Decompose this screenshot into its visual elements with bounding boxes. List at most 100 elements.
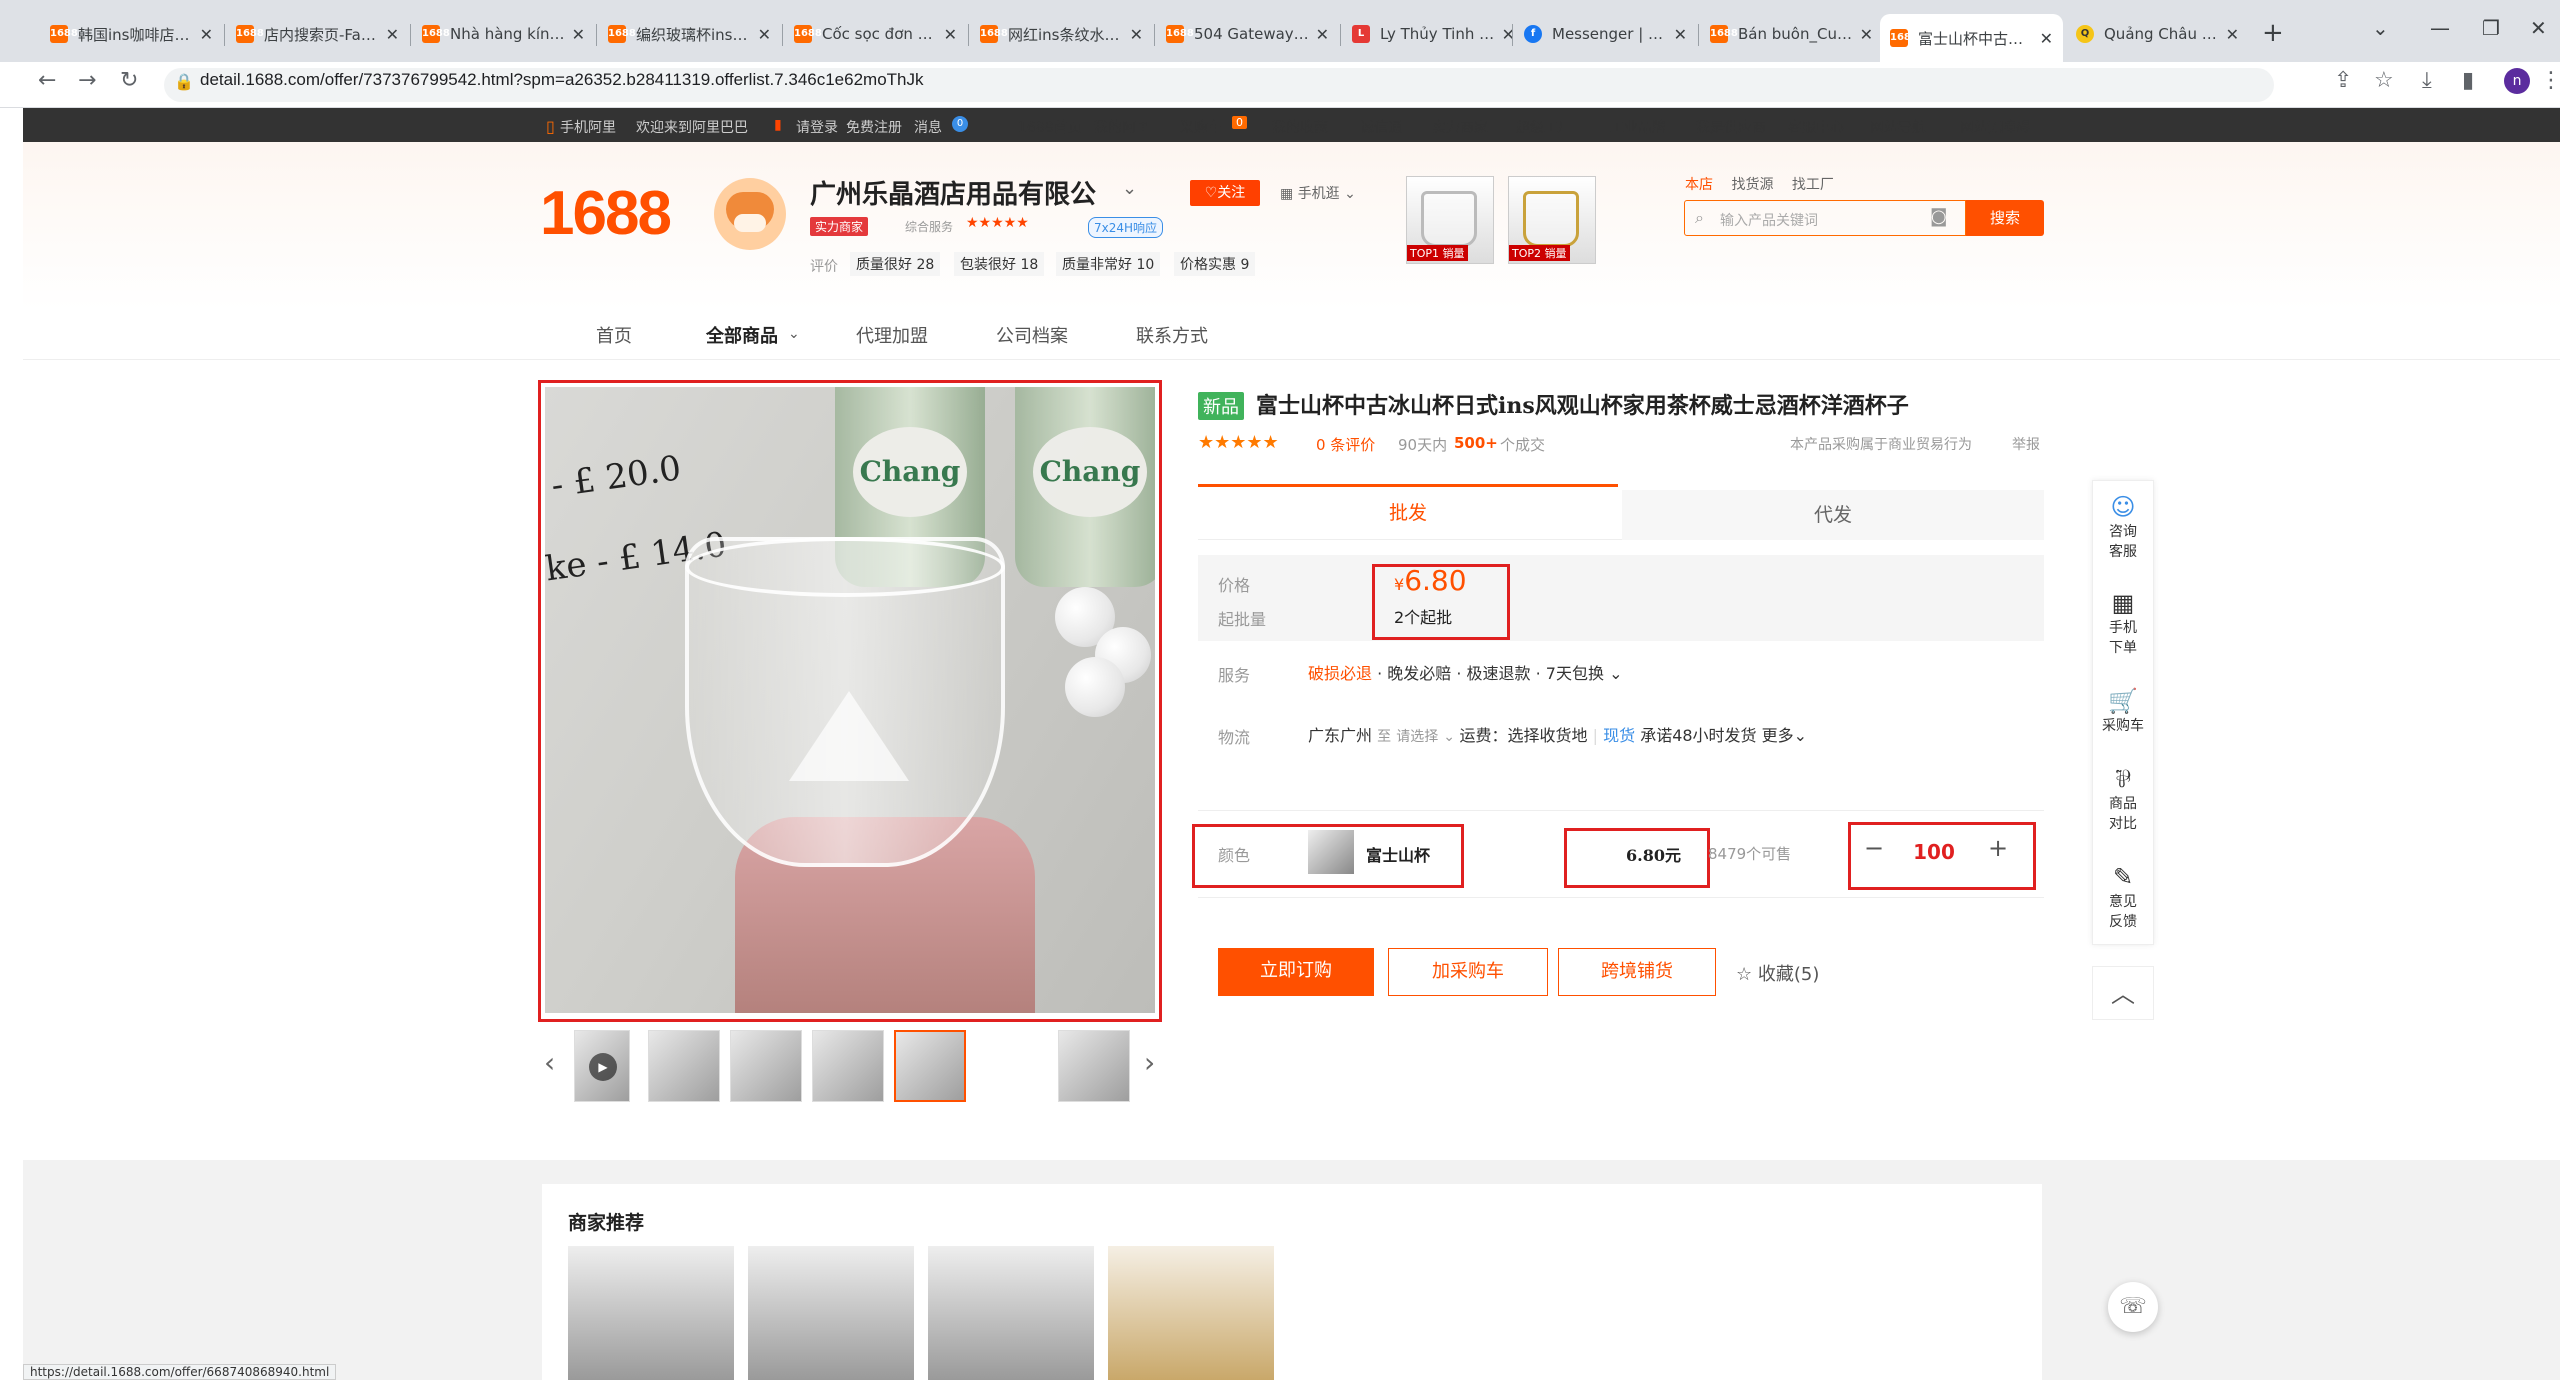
close-tab-icon[interactable]: ✕ xyxy=(1674,25,1687,44)
mobile-browse-link[interactable]: ▦ 手机逛 ⌄ xyxy=(1280,183,1356,203)
browser-tab[interactable]: 1688 店内搜索页-Fac... ✕ xyxy=(226,14,409,54)
url-text[interactable]: detail.1688.com/offer/737376799542.html?… xyxy=(200,70,924,90)
register-link[interactable]: 免费注册 xyxy=(846,117,902,137)
topbar-link[interactable]: 超级工厂 xyxy=(1516,117,1572,137)
reload-icon[interactable]: ↻ xyxy=(120,68,138,93)
browser-tab[interactable]: 1688 Nhà hàng kính ... ✕ xyxy=(412,14,595,54)
camera-search-icon[interactable]: ◙ xyxy=(1930,206,1947,227)
close-tab-icon[interactable]: ✕ xyxy=(1316,25,1329,44)
sidebar-compare[interactable]: ⅌ 商品对比 xyxy=(2092,764,2154,834)
close-tab-icon[interactable]: ✕ xyxy=(1130,25,1143,44)
browser-tab[interactable]: 1688Cốc sọc đơn giả...✕ xyxy=(784,14,967,54)
browser-tab[interactable]: QQuảng Châu Le...✕ xyxy=(2066,14,2249,54)
decrease-quantity-button[interactable]: − xyxy=(1864,834,1884,862)
tab-dropship[interactable]: 代发 xyxy=(1622,490,2044,540)
close-tab-icon[interactable]: ✕ xyxy=(944,25,957,44)
image-thumbnail[interactable] xyxy=(1058,1030,1130,1102)
topbar-link[interactable]: 手机阿里 xyxy=(560,117,616,137)
increase-quantity-button[interactable]: + xyxy=(1988,834,2008,862)
sidebar-mobile-order[interactable]: ▦ 手机下单 xyxy=(2092,588,2154,658)
chevron-down-icon[interactable]: ⌄ xyxy=(1794,726,1807,745)
recommended-product[interactable] xyxy=(928,1246,1094,1380)
review-count[interactable]: 0 条评价 xyxy=(1316,434,1375,455)
sidebar-cart[interactable]: 🛒 采购车 xyxy=(2092,686,2154,736)
chevron-right-icon[interactable]: › xyxy=(1144,1046,1155,1079)
close-window-icon[interactable]: ✕ xyxy=(2530,16,2547,40)
image-thumbnail[interactable] xyxy=(730,1030,802,1102)
recommended-product[interactable] xyxy=(748,1246,914,1380)
destination-select[interactable]: 请选择 xyxy=(1396,729,1438,745)
search-tab-products[interactable]: 找货源 xyxy=(1731,177,1773,193)
browser-tab[interactable]: fMessenger | Fac...✕ xyxy=(1514,14,1697,54)
color-option[interactable]: 富士山杯 xyxy=(1366,842,1430,866)
bookmark-star-icon[interactable]: ☆ xyxy=(2374,68,2394,93)
main-product-image[interactable]: Chang Chang - £ 20.0 ke - £ 14.0 xyxy=(538,380,1162,1022)
nav-contact[interactable]: 联系方式 xyxy=(1136,322,1208,348)
chevron-left-icon[interactable]: ‹ xyxy=(544,1046,555,1079)
topbar-link[interactable]: 我是供应商 xyxy=(1696,117,1766,137)
image-thumbnail[interactable] xyxy=(812,1030,884,1102)
forward-icon[interactable]: → xyxy=(78,68,96,93)
topbar-link[interactable]: 我的收藏 xyxy=(1272,117,1328,137)
download-icon[interactable]: ⤓ xyxy=(2422,68,2432,93)
search-button[interactable]: 搜索 xyxy=(1966,200,2044,236)
browser-tab[interactable]: 1688 韩国ins咖啡店风... ✕ xyxy=(40,14,223,54)
new-tab-icon[interactable]: + xyxy=(2262,18,2284,48)
company-name[interactable]: 广州乐晶酒店用品有限公 xyxy=(810,174,1096,211)
minimize-icon[interactable]: — xyxy=(2430,16,2450,40)
browser-tab[interactable]: 1688 编织玻璃杯ins简... ✕ xyxy=(598,14,781,54)
login-link[interactable]: 请登录 xyxy=(796,117,838,137)
nav-home[interactable]: 首页 xyxy=(596,322,632,348)
topbar-link[interactable]: 客服中心 xyxy=(1788,117,1844,137)
topbar-link[interactable]: 诚信通 xyxy=(1360,117,1402,137)
close-tab-icon[interactable]: ✕ xyxy=(200,25,213,44)
chevron-down-icon[interactable]: ⌄ xyxy=(1443,729,1459,745)
topbar-link[interactable]: 1688首页 xyxy=(1018,117,1082,137)
topbar-link[interactable]: 工业品牌 xyxy=(1610,117,1666,137)
messages-link[interactable]: 消息 xyxy=(914,117,942,137)
search-tab-factory[interactable]: 找工厂 xyxy=(1792,177,1834,193)
topbar-link[interactable]: 网站无障碍 xyxy=(1960,117,2030,137)
close-tab-icon[interactable]: ✕ xyxy=(2226,25,2239,44)
nav-all-products[interactable]: 全部商品 xyxy=(706,322,778,348)
store-avatar[interactable] xyxy=(714,178,786,250)
chevron-down-icon[interactable]: ⌄ xyxy=(1122,178,1137,199)
more-link[interactable]: 更多 xyxy=(1762,726,1794,745)
topbar-link[interactable]: 采购车 xyxy=(1180,117,1222,137)
close-tab-icon[interactable]: ✕ xyxy=(386,25,399,44)
image-thumbnail[interactable] xyxy=(648,1030,720,1102)
close-tab-icon[interactable]: ✕ xyxy=(1860,25,1873,44)
image-thumbnail-selected[interactable] xyxy=(894,1030,966,1102)
nav-company-profile[interactable]: 公司档案 xyxy=(996,322,1068,348)
follow-button[interactable]: ♡关注 xyxy=(1190,180,1260,206)
cross-border-button[interactable]: 跨境铺货 xyxy=(1558,948,1716,996)
share-icon[interactable]: ⇪ xyxy=(2334,68,2352,93)
top-seller-image-2[interactable]: TOP2 销量 xyxy=(1508,176,1596,264)
browser-tab[interactable]: 1688504 Gateway Ti...✕ xyxy=(1156,14,1339,54)
restore-icon[interactable]: ❐ xyxy=(2482,16,2500,40)
topbar-link[interactable]: 我的阿里 xyxy=(1094,117,1150,137)
report-link[interactable]: 举报 xyxy=(2012,434,2040,454)
back-icon[interactable]: ← xyxy=(38,68,56,93)
nav-agent[interactable]: 代理加盟 xyxy=(856,322,928,348)
site-logo[interactable]: 1688 xyxy=(540,178,672,249)
tab-search-icon[interactable]: ⌄ xyxy=(2372,16,2389,40)
recommended-product[interactable] xyxy=(1108,1246,1274,1380)
topbar-link[interactable]: 实力商家 xyxy=(1432,117,1488,137)
image-thumbnail[interactable] xyxy=(976,1030,1048,1102)
side-panel-icon[interactable]: ▮ xyxy=(2462,68,2474,93)
browser-tab[interactable]: 1688 网红ins条纹水杯... ✕ xyxy=(970,14,1153,54)
menu-icon[interactable]: ⋮ xyxy=(2540,68,2560,93)
tab-wholesale[interactable]: 批发 xyxy=(1198,484,1618,540)
color-swatch[interactable] xyxy=(1308,830,1354,874)
search-tab-store[interactable]: 本店 xyxy=(1685,177,1713,193)
browser-tab-active[interactable]: 1688 富士山杯中古冰... ✕ xyxy=(1880,14,2063,62)
browser-tab[interactable]: 1688Bán buôn_Cung...✕ xyxy=(1700,14,1883,54)
top-seller-image-1[interactable]: TOP1 销量 xyxy=(1406,176,1494,264)
close-tab-icon[interactable]: ✕ xyxy=(758,25,771,44)
chat-support-icon[interactable]: ☏ xyxy=(2108,1282,2158,1332)
favorite-button[interactable]: ☆ 收藏(5) xyxy=(1736,960,1819,986)
profile-avatar[interactable]: n xyxy=(2504,68,2530,94)
video-thumbnail[interactable]: ▶ xyxy=(574,1030,630,1102)
buy-now-button[interactable]: 立即订购 xyxy=(1218,948,1374,996)
